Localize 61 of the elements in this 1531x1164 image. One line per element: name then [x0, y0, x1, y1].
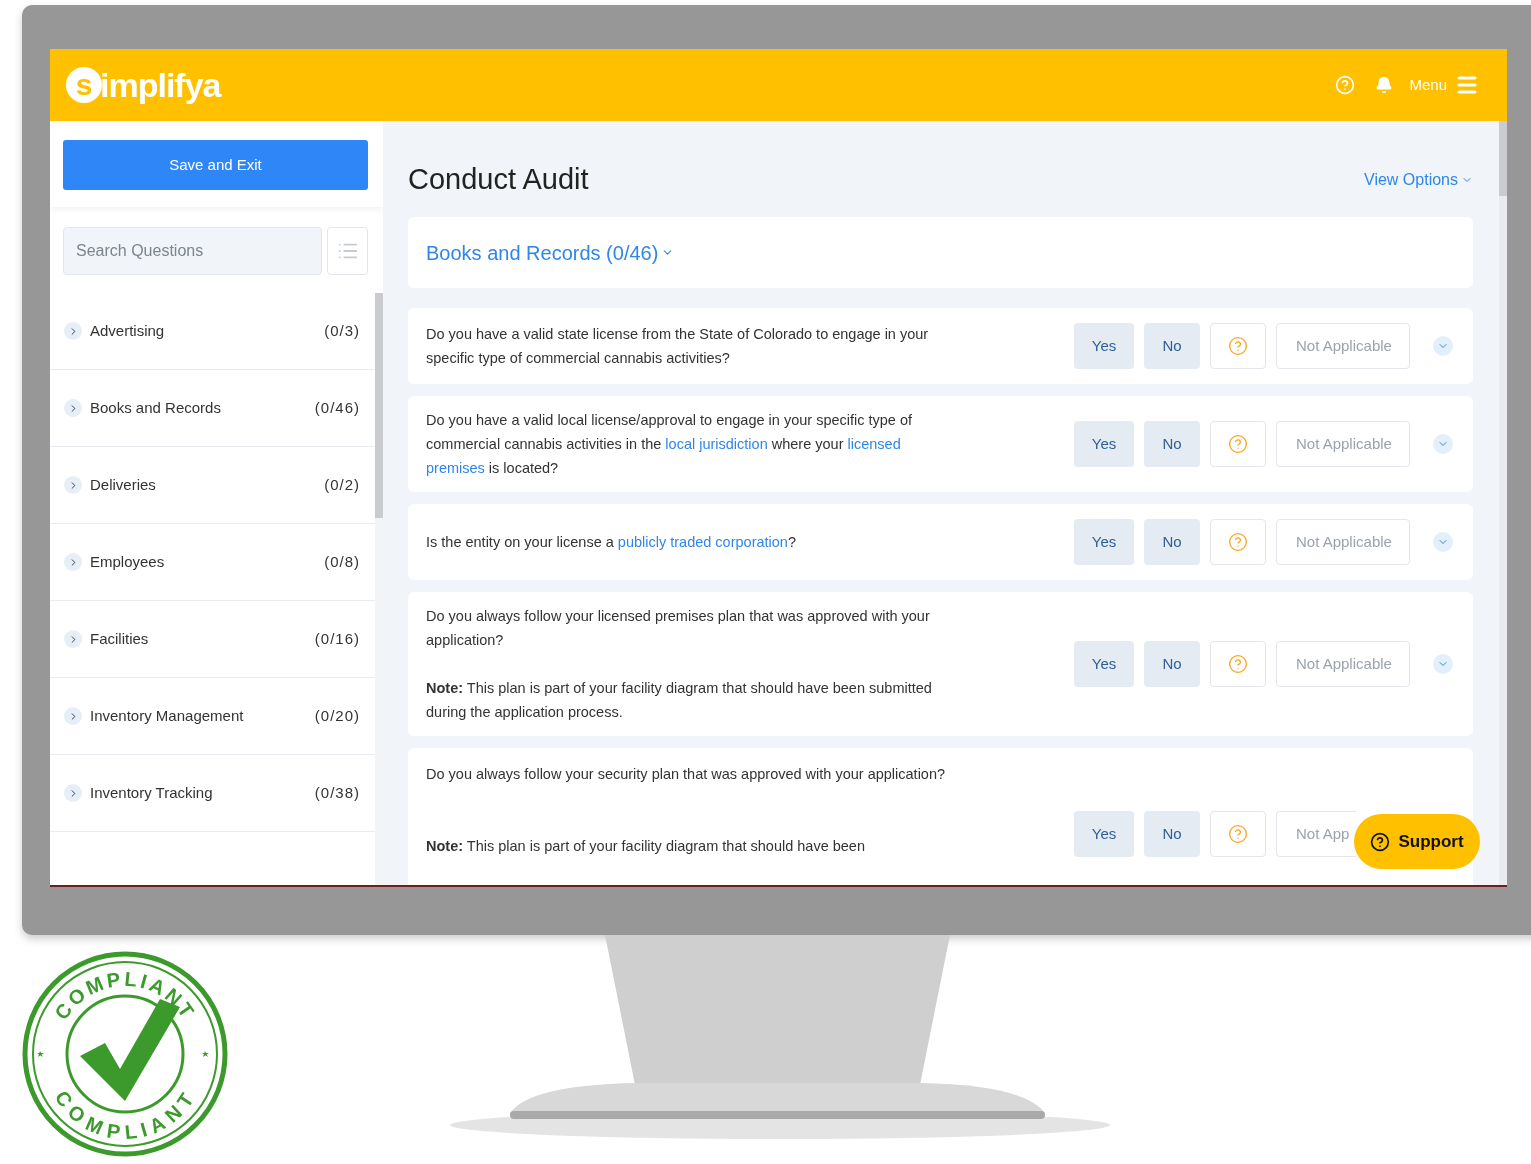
category-name: Inventory Management [90, 705, 244, 726]
category-name: Books and Records [90, 397, 221, 418]
expand-button[interactable] [1433, 654, 1453, 674]
yes-button[interactable]: Yes [1074, 811, 1134, 857]
expand-button[interactable] [1433, 434, 1453, 454]
notification-bell-icon[interactable] [1375, 76, 1394, 94]
question-link[interactable]: local jurisdiction [665, 436, 768, 452]
save-and-exit-button[interactable]: Save and Exit [63, 140, 368, 190]
help-icon[interactable] [1335, 75, 1356, 95]
category-count: (0/16) [314, 628, 360, 649]
expand-button[interactable] [1433, 336, 1453, 356]
no-button[interactable]: No [1144, 421, 1200, 467]
category-count: (0/3) [324, 320, 360, 341]
scrollbar-thumb[interactable] [1499, 121, 1507, 196]
category-name: Employees [90, 551, 165, 572]
question-text: Do you always follow your licensed premises plan that was approved with your application? [426, 607, 931, 650]
no-button[interactable]: No [1144, 641, 1200, 687]
yes-button[interactable]: Yes [1074, 421, 1134, 467]
category-name: Inventory Tracking [90, 782, 213, 803]
yes-button[interactable]: Yes [1074, 519, 1134, 565]
category-name: Advertising [90, 320, 165, 341]
category-name: Deliveries [90, 474, 156, 495]
category-name: Facilities [90, 628, 149, 649]
expand-button[interactable] [1433, 532, 1453, 552]
help-button[interactable] [1210, 641, 1266, 687]
help-button[interactable] [1210, 519, 1266, 565]
category-count: (0/2) [324, 474, 360, 495]
question-text: Do you have a valid local license/approval to engage in your specific type of commercial cannabis activities in the local jurisdiction where your licensed premises is located? [426, 411, 914, 478]
question-mark-icon [1228, 824, 1248, 844]
search-field[interactable]: Search Questions [63, 227, 322, 275]
no-button[interactable]: No [1144, 519, 1200, 565]
support-button[interactable]: Support [1354, 814, 1480, 869]
page-title: Conduct Audit [408, 162, 589, 198]
category-count: (0/38) [314, 782, 360, 803]
section-dropdown[interactable]: Books and Records (0/46) [426, 237, 675, 268]
question-text: Do you always follow your security plan that was approved with your application? [426, 765, 946, 784]
question-link[interactable]: premises [426, 460, 485, 476]
scrollbar-thumb[interactable] [375, 293, 383, 518]
yes-button[interactable]: Yes [1074, 323, 1134, 369]
yes-button[interactable]: Yes [1074, 641, 1134, 687]
help-button[interactable] [1210, 323, 1266, 369]
question-link[interactable]: licensed [847, 436, 901, 452]
no-button[interactable]: No [1144, 323, 1200, 369]
help-button[interactable] [1210, 421, 1266, 467]
question-note: Note: This plan is part of your facility diagram that should have been submitted during the application process. [426, 679, 933, 722]
list-view-button[interactable] [327, 227, 368, 275]
question-mark-icon [1228, 532, 1248, 552]
category-count: (0/20) [314, 705, 360, 726]
question-note: Note: This plan is part of your facility diagram that should have been [426, 837, 866, 856]
question-text: Is the entity on your license a publicly traded corporation? [426, 533, 797, 552]
view-options-link[interactable]: View Options [1364, 168, 1473, 192]
question-text: Do you have a valid state license from the State of Colorado to engage in your specific type of commercial cannabis activities? [426, 325, 930, 368]
question-mark-icon [1228, 434, 1248, 454]
question-mark-icon [1228, 654, 1248, 674]
no-button[interactable]: No [1144, 811, 1200, 857]
category-count: (0/8) [324, 551, 360, 572]
question-link[interactable]: publicly traded corporation [617, 534, 788, 550]
question-mark-icon [1228, 336, 1248, 356]
help-button[interactable] [1210, 811, 1266, 857]
category-count: (0/46) [314, 397, 360, 418]
help-icon [1370, 831, 1391, 852]
